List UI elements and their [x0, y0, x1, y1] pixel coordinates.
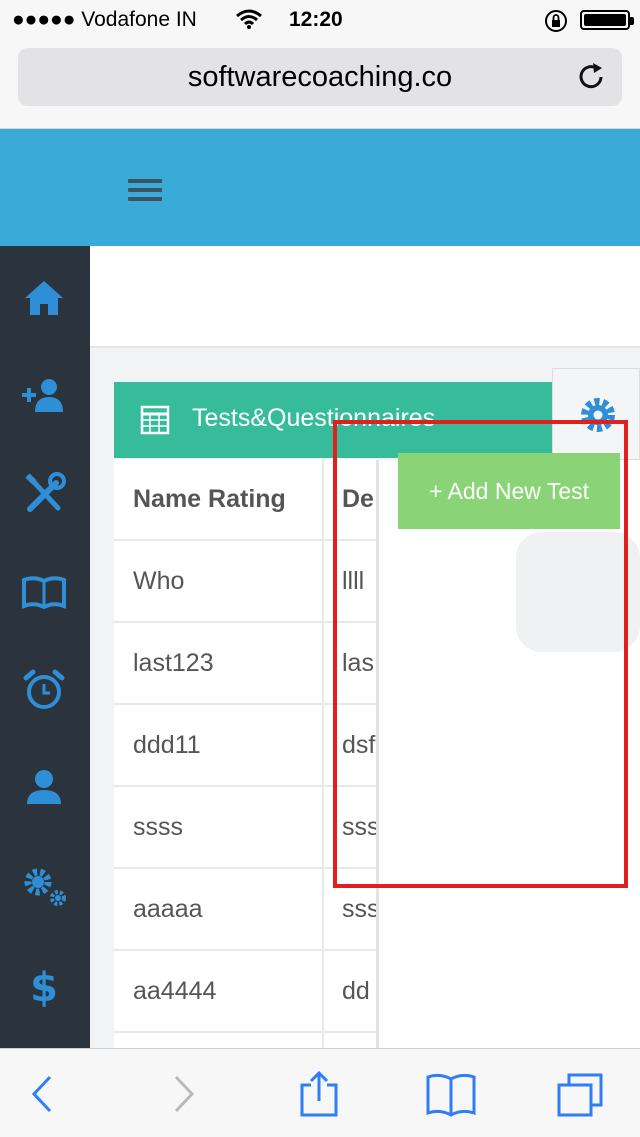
- reload-icon[interactable]: [574, 60, 608, 94]
- orientation-lock-icon: [544, 9, 568, 39]
- table-icon: [140, 404, 170, 436]
- table-cell-description: dd: [324, 951, 378, 1033]
- dollar-icon: $: [18, 965, 70, 1014]
- tools-icon: [18, 472, 70, 524]
- wifi-icon: [236, 8, 262, 36]
- user-icon: [18, 770, 70, 818]
- home-icon: [18, 281, 70, 328]
- sidebar-item-home[interactable]: [18, 272, 70, 324]
- url-text: softwarecoaching.co: [187, 61, 453, 93]
- battery-icon: [580, 10, 634, 30]
- table-cell-name[interactable]: ddd11: [114, 705, 324, 787]
- table-cell-name[interactable]: ssss: [114, 787, 324, 869]
- table-cell-name[interactable]: aa4444: [114, 951, 324, 1033]
- browser-address-area: softwarecoaching.co: [0, 40, 640, 129]
- content-top-band: [90, 246, 640, 348]
- table-cell-name: [114, 1033, 324, 1048]
- add-user-icon: [18, 379, 70, 426]
- sidebar-item-user[interactable]: [18, 762, 70, 814]
- carrier-label: ●●●●● Vodafone IN: [12, 8, 197, 31]
- table-cell-name[interactable]: aaaaa: [114, 869, 324, 951]
- table-cell-name[interactable]: last123: [114, 623, 324, 705]
- sidebar-item-book[interactable]: [18, 566, 70, 618]
- bookmarks-icon[interactable]: [426, 1071, 476, 1117]
- table-cell-name[interactable]: Who: [114, 541, 324, 623]
- sidebar-item-add-user[interactable]: [18, 370, 70, 422]
- sidebar: $: [0, 246, 90, 1048]
- url-field[interactable]: softwarecoaching.co: [18, 48, 622, 106]
- table-header-name[interactable]: Name Rating: [114, 459, 324, 541]
- forward-icon[interactable]: [158, 1071, 208, 1117]
- sidebar-item-billing[interactable]: $: [18, 958, 70, 1011]
- back-icon[interactable]: [18, 1071, 68, 1117]
- app-header: [0, 129, 640, 246]
- settings-gears-icon: [18, 868, 70, 916]
- alarm-clock-icon: [18, 669, 70, 720]
- book-icon: [18, 576, 70, 622]
- tabs-icon[interactable]: [556, 1071, 606, 1117]
- browser-toolbar: [0, 1048, 640, 1137]
- sidebar-item-tools[interactable]: [18, 468, 70, 520]
- sidebar-item-alarm[interactable]: [18, 664, 70, 716]
- highlight-box: [333, 420, 628, 888]
- share-icon[interactable]: [294, 1070, 344, 1117]
- hamburger-menu-icon[interactable]: [128, 179, 162, 201]
- status-bar: ●●●●● Vodafone IN 12:20: [0, 0, 640, 40]
- clock-label: 12:20: [289, 8, 343, 31]
- sidebar-item-settings[interactable]: [18, 860, 70, 912]
- svg-text:$: $: [30, 965, 58, 1010]
